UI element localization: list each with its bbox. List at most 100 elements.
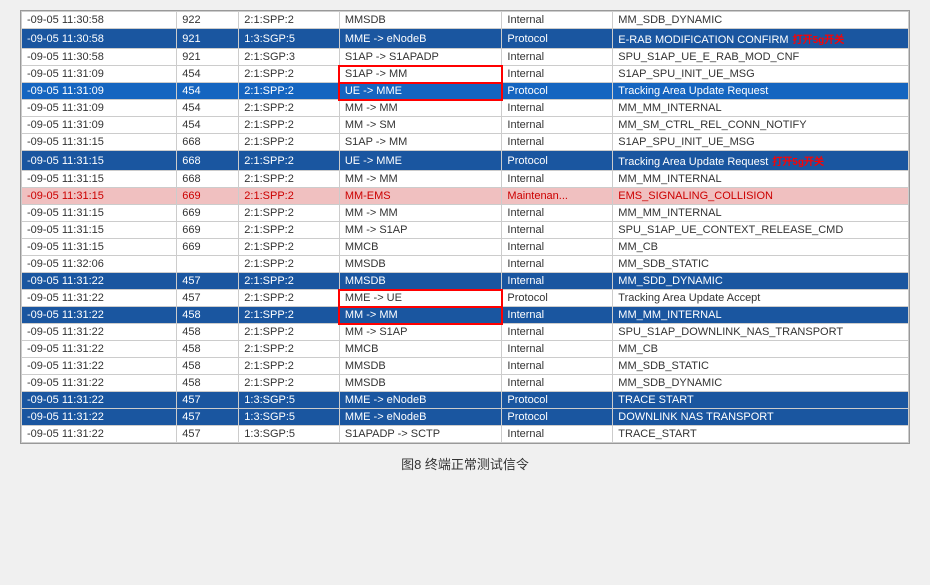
table-cell: Internal — [502, 239, 613, 256]
table-cell: Internal — [502, 358, 613, 375]
table-cell: Internal — [502, 426, 613, 443]
table-cell: 458 — [177, 307, 239, 324]
table-cell: MM_SDB_STATIC — [613, 358, 909, 375]
table-cell: MM -> MM — [339, 100, 502, 117]
table-cell: MM_SM_CTRL_REL_CONN_NOTIFY — [613, 117, 909, 134]
table-cell: MMSDB — [339, 273, 502, 290]
table-cell: Protocol — [502, 83, 613, 100]
table-row: -09-05 11:31:224571:3:SGP:5MME -> eNodeB… — [22, 409, 909, 426]
table-row: -09-05 11:31:224582:1:SPP:2MMSDBInternal… — [22, 375, 909, 392]
table-cell: MMCB — [339, 239, 502, 256]
table-cell: -09-05 11:31:22 — [22, 426, 177, 443]
table-cell: 669 — [177, 188, 239, 205]
table-cell: -09-05 11:31:15 — [22, 222, 177, 239]
annotation-text: 打开5g开关 — [772, 157, 824, 168]
table-cell: Internal — [502, 273, 613, 290]
table-cell: -09-05 11:30:58 — [22, 29, 177, 49]
table-cell: MME -> eNodeB — [339, 409, 502, 426]
table-cell: 2:1:SPP:2 — [239, 100, 340, 117]
table-cell: 2:1:SPP:2 — [239, 341, 340, 358]
table-row: -09-05 11:30:589212:1:SGP:3S1AP -> S1APA… — [22, 49, 909, 66]
table-row: -09-05 11:30:589222:1:SPP:2MMSDBInternal… — [22, 12, 909, 29]
table-cell: 454 — [177, 100, 239, 117]
table-cell: Internal — [502, 100, 613, 117]
table-cell: 2:1:SPP:2 — [239, 12, 340, 29]
table-cell: MM_CB — [613, 341, 909, 358]
table-row: -09-05 11:31:224572:1:SPP:2MMSDBInternal… — [22, 273, 909, 290]
table-cell: 668 — [177, 134, 239, 151]
table-cell: Internal — [502, 134, 613, 151]
table-cell: 454 — [177, 83, 239, 100]
table-cell: MM_SDD_DYNAMIC — [613, 273, 909, 290]
table-row: -09-05 11:31:224572:1:SPP:2MME -> UEProt… — [22, 290, 909, 307]
table-row: -09-05 11:31:224571:3:SGP:5MME -> eNodeB… — [22, 392, 909, 409]
table-cell: 457 — [177, 409, 239, 426]
table-cell: 669 — [177, 239, 239, 256]
table-cell: S1AP_SPU_INIT_UE_MSG — [613, 66, 909, 83]
table-cell: S1AP -> MM — [339, 66, 502, 83]
table-cell: 2:1:SPP:2 — [239, 324, 340, 341]
table-cell: DOWNLINK NAS TRANSPORT — [613, 409, 909, 426]
table-cell: 2:1:SPP:2 — [239, 83, 340, 100]
table-cell: 454 — [177, 66, 239, 83]
table-cell: E-RAB MODIFICATION CONFIRM打开5g开关 — [613, 29, 909, 49]
table-cell: 2:1:SPP:2 — [239, 307, 340, 324]
table-cell: -09-05 11:31:15 — [22, 188, 177, 205]
table-cell: SPU_S1AP_DOWNLINK_NAS_TRANSPORT — [613, 324, 909, 341]
table-cell: 668 — [177, 171, 239, 188]
table-cell: -09-05 11:30:58 — [22, 49, 177, 66]
table-cell: Protocol — [502, 151, 613, 171]
table-cell: -09-05 11:31:22 — [22, 375, 177, 392]
table-cell: -09-05 11:31:22 — [22, 392, 177, 409]
table-cell: 458 — [177, 375, 239, 392]
table-cell: 2:1:SPP:2 — [239, 273, 340, 290]
table-cell: Internal — [502, 205, 613, 222]
table-cell: Tracking Area Update Request — [613, 83, 909, 100]
table-cell: 922 — [177, 12, 239, 29]
table-cell: -09-05 11:31:09 — [22, 66, 177, 83]
table-cell: 921 — [177, 49, 239, 66]
table-row: -09-05 11:31:224582:1:SPP:2MM -> MMInter… — [22, 307, 909, 324]
table-cell: Internal — [502, 171, 613, 188]
table-cell: 2:1:SPP:2 — [239, 375, 340, 392]
table-cell: -09-05 11:31:15 — [22, 134, 177, 151]
table-cell: SPU_S1AP_UE_E_RAB_MOD_CNF — [613, 49, 909, 66]
table-row: -09-05 11:31:094542:1:SPP:2UE -> MMEProt… — [22, 83, 909, 100]
table-cell: MME -> eNodeB — [339, 392, 502, 409]
table-cell: -09-05 11:31:15 — [22, 171, 177, 188]
table-cell: 669 — [177, 205, 239, 222]
table-cell: MM -> MM — [339, 307, 502, 324]
table-cell: 2:1:SPP:2 — [239, 290, 340, 307]
table-row: -09-05 11:31:156692:1:SPP:2MM-EMSMainten… — [22, 188, 909, 205]
table-cell: MM_MM_INTERNAL — [613, 171, 909, 188]
table-cell: MM_SDB_STATIC — [613, 256, 909, 273]
table-cell: S1APADP -> SCTP — [339, 426, 502, 443]
table-row: -09-05 11:31:224582:1:SPP:2MMCBInternalM… — [22, 341, 909, 358]
annotation-text: 打开5g开关 — [793, 35, 845, 46]
table-cell: 1:3:SGP:5 — [239, 426, 340, 443]
table-cell: MME -> UE — [339, 290, 502, 307]
table-cell: Internal — [502, 222, 613, 239]
table-cell: 457 — [177, 392, 239, 409]
table-cell: Protocol — [502, 29, 613, 49]
table-cell: 454 — [177, 117, 239, 134]
table-cell: -09-05 11:31:22 — [22, 307, 177, 324]
table-cell: MM_SDB_DYNAMIC — [613, 375, 909, 392]
table-cell: 457 — [177, 273, 239, 290]
table-cell: 458 — [177, 324, 239, 341]
table-row: -09-05 11:31:094542:1:SPP:2S1AP -> MMInt… — [22, 66, 909, 83]
table-cell: Internal — [502, 256, 613, 273]
table-cell: Internal — [502, 307, 613, 324]
table-cell: 1:3:SGP:5 — [239, 29, 340, 49]
table-cell: 2:1:SPP:2 — [239, 205, 340, 222]
table-cell: 458 — [177, 358, 239, 375]
table-cell: MM -> SM — [339, 117, 502, 134]
table-cell: -09-05 11:31:15 — [22, 205, 177, 222]
table-row: -09-05 11:31:156692:1:SPP:2MMCBInternalM… — [22, 239, 909, 256]
table-cell: -09-05 11:31:09 — [22, 83, 177, 100]
table-row: -09-05 11:31:224582:1:SPP:2MM -> S1APInt… — [22, 324, 909, 341]
table-cell: MM -> S1AP — [339, 324, 502, 341]
table-row: -09-05 11:31:224582:1:SPP:2MMSDBInternal… — [22, 358, 909, 375]
table-cell: MMSDB — [339, 358, 502, 375]
table-cell: MM_SDB_DYNAMIC — [613, 12, 909, 29]
